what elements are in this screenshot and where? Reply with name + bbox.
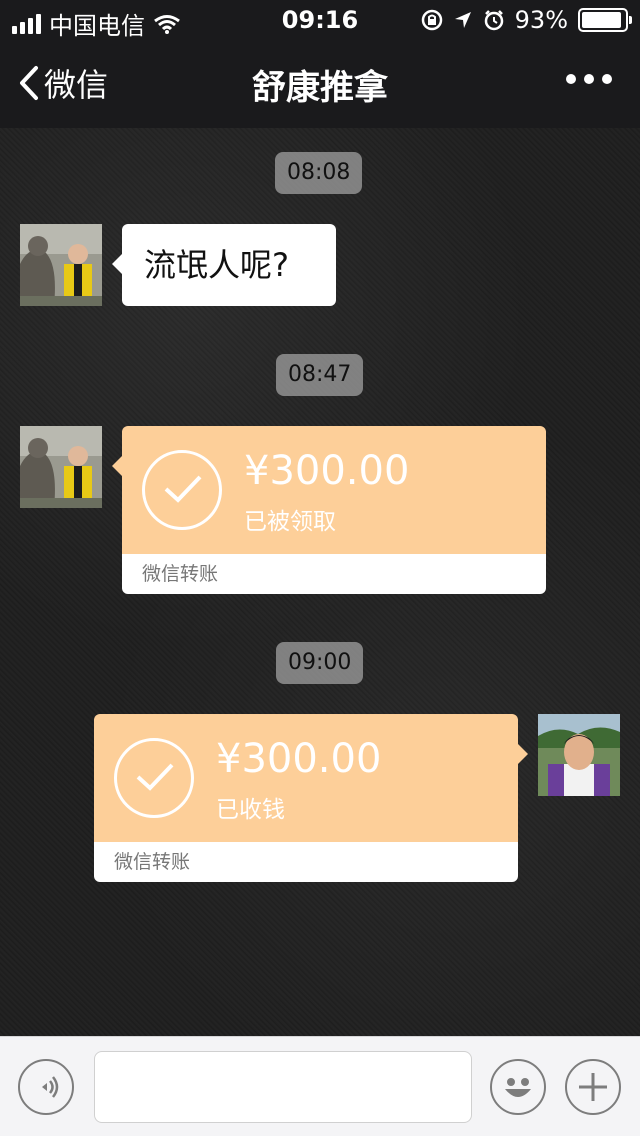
rotation-lock-icon xyxy=(421,9,442,31)
nav-bar: 微信 舒康推拿 xyxy=(0,50,640,120)
transfer-footer: 微信转账 xyxy=(94,842,518,882)
battery-icon xyxy=(578,8,632,32)
plus-button[interactable] xyxy=(565,1059,621,1115)
battery-percent: 93% xyxy=(514,6,568,34)
chat-title: 舒康推拿 xyxy=(252,68,388,108)
transfer-amount: ¥300.00 xyxy=(244,448,410,494)
battery-fill xyxy=(582,12,622,28)
plus-icon xyxy=(579,1073,607,1101)
transfer-card[interactable]: ¥300.00 已收钱 微信转账 xyxy=(94,714,518,882)
transfer-card-body: ¥300.00 已被领取 xyxy=(122,426,546,554)
transfer-status: 已被领取 xyxy=(244,509,336,535)
input-bar xyxy=(0,1036,640,1136)
voice-button[interactable] xyxy=(18,1059,74,1115)
timestamp: 09:00 xyxy=(276,642,364,684)
check-icon xyxy=(142,450,222,530)
bubble-tail xyxy=(112,456,122,476)
message-input[interactable] xyxy=(94,1051,472,1123)
transfer-card-body: ¥300.00 已收钱 xyxy=(94,714,518,842)
avatar[interactable] xyxy=(20,426,102,508)
transfer-amount: ¥300.00 xyxy=(216,736,382,782)
message-bubble[interactable]: 流氓人呢? xyxy=(112,224,336,306)
emoji-icon xyxy=(505,1078,531,1097)
top-bar: 中国电信 09:16 93% 微信 舒康推拿 xyxy=(0,0,640,128)
location-icon xyxy=(454,12,471,28)
more-icon[interactable] xyxy=(566,74,612,84)
avatar[interactable] xyxy=(538,714,620,796)
status-bar: 中国电信 09:16 93% xyxy=(0,0,640,40)
avatar[interactable] xyxy=(20,224,102,306)
emoji-button[interactable] xyxy=(490,1059,546,1115)
bubble-tail xyxy=(518,744,528,764)
transfer-footer: 微信转账 xyxy=(122,554,546,594)
transfer-card[interactable]: ¥300.00 已被领取 微信转账 xyxy=(122,426,546,594)
timestamp: 08:47 xyxy=(276,354,364,396)
transfer-status: 已收钱 xyxy=(216,797,285,823)
alarm-icon xyxy=(484,10,503,31)
chat-area[interactable]: 08:08 流氓人呢? 08:47 ¥300.00 已被领取 微信转账 09:0… xyxy=(0,128,640,1036)
voice-icon xyxy=(42,1076,59,1098)
check-icon xyxy=(114,738,194,818)
status-right: 93% xyxy=(421,6,632,34)
timestamp: 08:08 xyxy=(275,152,363,194)
